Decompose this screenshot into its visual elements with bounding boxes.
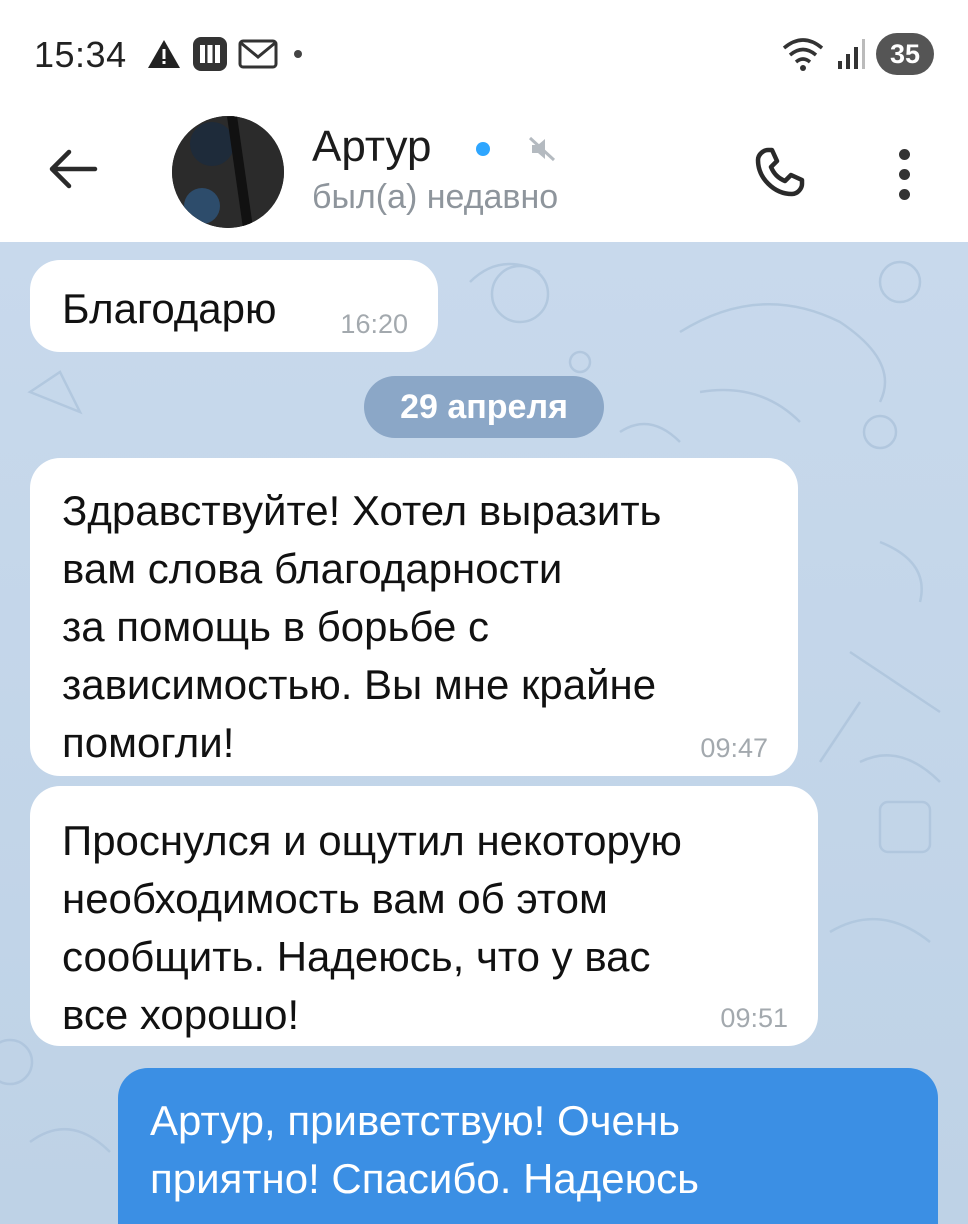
message-time: 09:47 <box>700 733 768 763</box>
back-button[interactable] <box>38 138 108 200</box>
message-text: Проснулся и ощутил некоторую необходимос… <box>62 817 682 1038</box>
phone-icon <box>755 147 805 197</box>
message-time: 09:51 <box>720 1003 788 1033</box>
avatar[interactable] <box>172 116 284 228</box>
contact-status: был(а) недавно <box>312 178 559 216</box>
call-button[interactable] <box>744 136 816 208</box>
status-time: 15:34 <box>34 34 127 75</box>
battery-icon: 35 <box>876 33 934 75</box>
chat-header: Артур был(а) недавно <box>0 110 968 242</box>
message-bubble[interactable]: Проснулся и ощутил некоторую необходимос… <box>30 786 818 1046</box>
contact-name[interactable]: Артур <box>312 122 431 172</box>
message-bubble[interactable]: Благодарю 16:20 <box>30 260 438 352</box>
gmail-icon <box>238 39 278 69</box>
top-area: 15:34 35 Артур был(а) недавно <box>0 0 968 242</box>
message-text: Артур, приветствую! Очень приятно! Спаси… <box>150 1097 700 1202</box>
message-time: 16:20 <box>340 309 408 339</box>
message-text: Здравствуйте! Хотел выразить вам слова б… <box>62 487 662 766</box>
warning-icon <box>148 40 180 68</box>
system-icons: 35 <box>780 32 934 76</box>
dot-icon <box>294 50 302 58</box>
status-bar: 15:34 35 <box>0 0 968 110</box>
wifi-icon <box>782 38 824 71</box>
message-bubble[interactable]: Здравствуйте! Хотел выразить вам слова б… <box>30 458 798 776</box>
mute-icon <box>528 136 556 162</box>
app-icon <box>193 37 227 71</box>
date-separator: 29 апреля <box>364 376 604 438</box>
menu-dot <box>898 188 910 200</box>
online-indicator <box>476 142 490 156</box>
chat-area[interactable]: Благодарю 16:20 29 апреля Здравствуйте! … <box>0 242 968 1224</box>
more-vertical-icon[interactable] <box>878 138 930 210</box>
outgoing-message-bubble[interactable]: Артур, приветствую! Очень приятно! Спаси… <box>118 1068 938 1224</box>
signal-icon <box>838 39 865 69</box>
back-arrow-icon <box>49 149 98 189</box>
notification-icons <box>146 36 308 72</box>
menu-dot <box>898 148 910 160</box>
menu-dot <box>898 168 910 180</box>
